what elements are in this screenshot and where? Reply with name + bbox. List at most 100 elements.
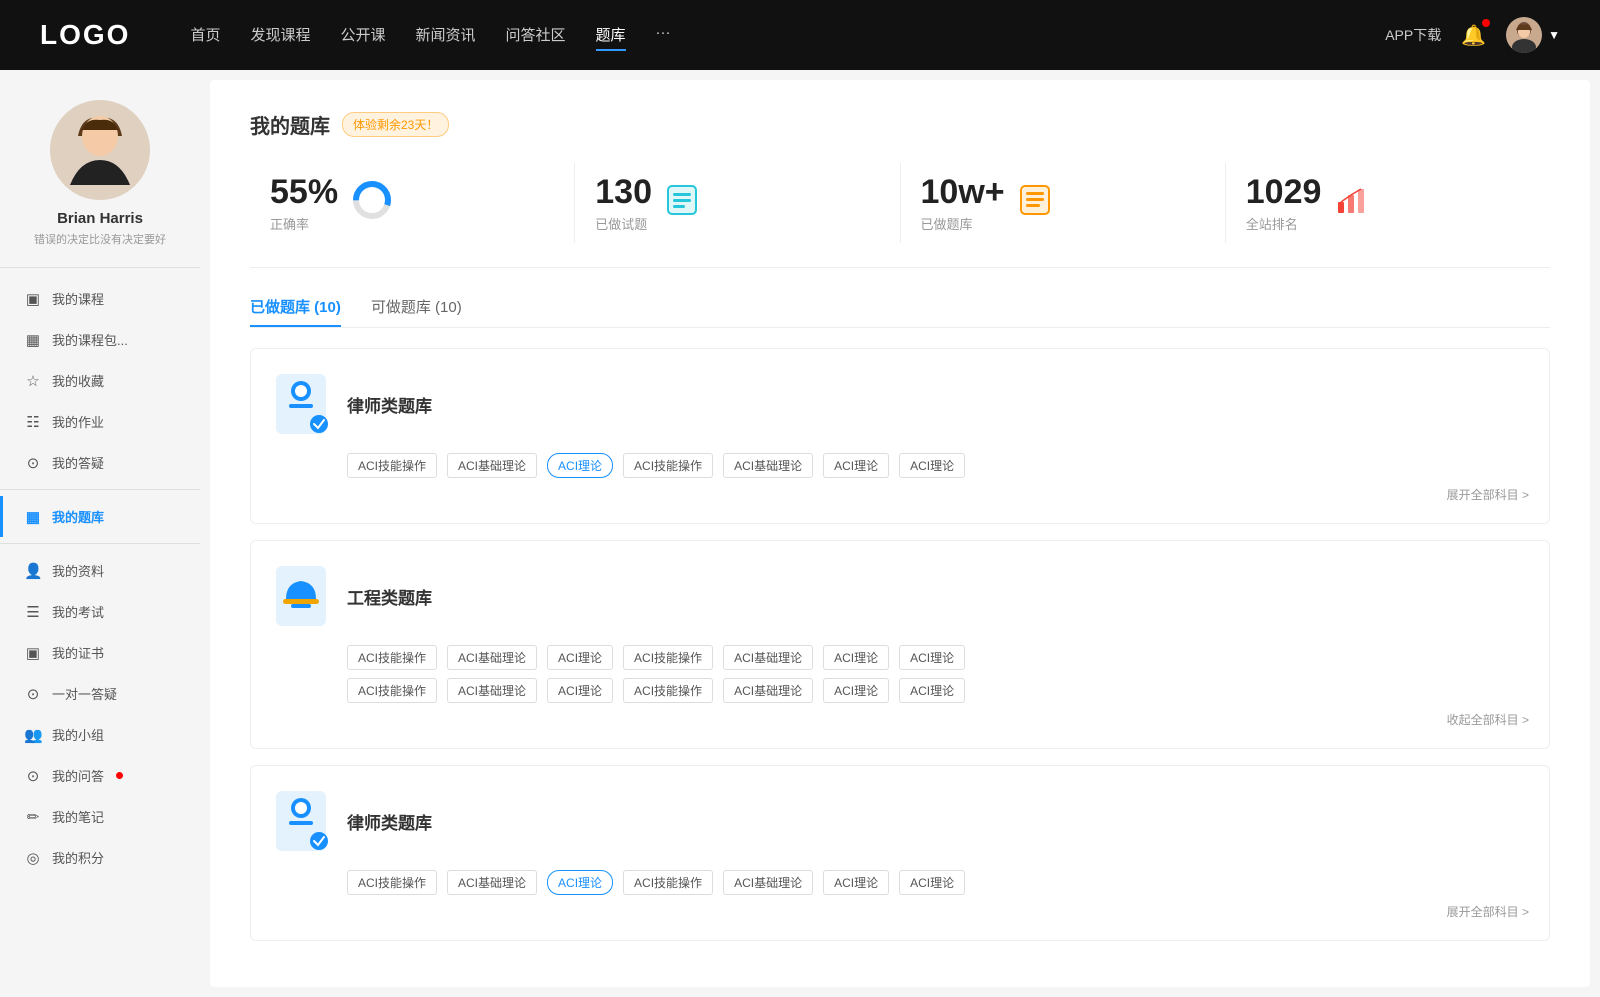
tag-1-6[interactable]: ACI理论 bbox=[899, 453, 965, 478]
sidebar-item-profile[interactable]: 👤 我的资料 bbox=[0, 550, 200, 591]
sidebar-item-course-packages[interactable]: ▦ 我的课程包... bbox=[0, 319, 200, 360]
tag-2a-1[interactable]: ACI基础理论 bbox=[447, 645, 537, 670]
stat-done-banks: 10w+ 已做题库 bbox=[901, 163, 1226, 243]
tags-row-2b: ACI技能操作 ACI基础理论 ACI理论 ACI技能操作 ACI基础理论 AC… bbox=[271, 678, 1529, 703]
nav-more[interactable]: ··· bbox=[656, 20, 671, 51]
tag-2b-6[interactable]: ACI理论 bbox=[899, 678, 965, 703]
qbank-title-3: 律师类题库 bbox=[347, 809, 432, 834]
sidebar-item-notes[interactable]: ✏ 我的笔记 bbox=[0, 796, 200, 837]
list-orange-icon bbox=[1017, 182, 1053, 225]
points-icon: ◎ bbox=[24, 849, 42, 867]
nav-opencourse[interactable]: 公开课 bbox=[340, 20, 385, 51]
tag-2a-0[interactable]: ACI技能操作 bbox=[347, 645, 437, 670]
logo[interactable]: LOGO bbox=[40, 19, 130, 51]
tag-3-4[interactable]: ACI基础理论 bbox=[723, 870, 813, 895]
profile-icon: 👤 bbox=[24, 562, 42, 580]
tags-row-2a: ACI技能操作 ACI基础理论 ACI理论 ACI技能操作 ACI基础理论 AC… bbox=[271, 645, 1529, 670]
sidebar-item-my-qa[interactable]: ⊙ 我的答疑 bbox=[0, 442, 200, 483]
sidebar-item-certificate[interactable]: ▣ 我的证书 bbox=[0, 632, 200, 673]
donut-chart-icon bbox=[350, 178, 394, 229]
expand-btn-2[interactable]: 收起全部科目 > bbox=[271, 711, 1529, 728]
sidebar-label: 我的问答 bbox=[52, 766, 104, 785]
tag-2b-1[interactable]: ACI基础理论 bbox=[447, 678, 537, 703]
chevron-down-icon: ▼ bbox=[1548, 28, 1560, 42]
sidebar-item-favorites[interactable]: ☆ 我的收藏 bbox=[0, 360, 200, 401]
sidebar-item-questions[interactable]: ⊙ 我的问答 bbox=[0, 755, 200, 796]
avatar bbox=[1506, 17, 1542, 53]
tag-2b-0[interactable]: ACI技能操作 bbox=[347, 678, 437, 703]
main-header: LOGO 首页 发现课程 公开课 新闻资讯 问答社区 题库 ··· APP下载 … bbox=[0, 0, 1600, 70]
tag-2b-5[interactable]: ACI理论 bbox=[823, 678, 889, 703]
tag-2a-4[interactable]: ACI基础理论 bbox=[723, 645, 813, 670]
sidebar-item-my-courses[interactable]: ▣ 我的课程 bbox=[0, 278, 200, 319]
tab-available-banks[interactable]: 可做题库 (10) bbox=[371, 296, 462, 327]
nav-qbank[interactable]: 题库 bbox=[596, 20, 626, 51]
user-avatar-wrapper[interactable]: ▼ bbox=[1506, 17, 1560, 53]
nav-discover[interactable]: 发现课程 bbox=[250, 20, 310, 51]
qbank-card-lawyer: 律师类题库 ACI技能操作 ACI基础理论 ACI理论 ACI技能操作 ACI基… bbox=[250, 348, 1550, 524]
stat-label-done: 已做试题 bbox=[595, 214, 652, 233]
qbank-lawyer-icon bbox=[271, 369, 331, 439]
tag-1-3[interactable]: ACI技能操作 bbox=[623, 453, 713, 478]
stat-label-correct: 正确率 bbox=[270, 214, 338, 233]
tab-done-banks[interactable]: 已做题库 (10) bbox=[250, 296, 341, 327]
qbank-header-2: 工程类题库 bbox=[271, 561, 1529, 631]
sidebar-item-one-on-one[interactable]: ⊙ 一对一答疑 bbox=[0, 673, 200, 714]
nav-news[interactable]: 新闻资讯 bbox=[416, 20, 476, 51]
qbank-icon: ▦ bbox=[24, 508, 42, 526]
stat-label-banks: 已做题库 bbox=[921, 214, 1005, 233]
tag-1-0[interactable]: ACI技能操作 bbox=[347, 453, 437, 478]
cert-icon: ▣ bbox=[24, 644, 42, 662]
tag-3-0[interactable]: ACI技能操作 bbox=[347, 870, 437, 895]
tag-2b-2[interactable]: ACI理论 bbox=[547, 678, 613, 703]
sidebar-item-homework[interactable]: ☷ 我的作业 bbox=[0, 401, 200, 442]
questions-badge bbox=[116, 772, 123, 779]
tag-1-5[interactable]: ACI理论 bbox=[823, 453, 889, 478]
expand-btn-1[interactable]: 展开全部科目 > bbox=[271, 486, 1529, 503]
tag-2a-2[interactable]: ACI理论 bbox=[547, 645, 613, 670]
page-title-row: 我的题库 体验剩余23天！ bbox=[250, 110, 1550, 139]
exam-icon: ☰ bbox=[24, 603, 42, 621]
nav-qa[interactable]: 问答社区 bbox=[506, 20, 566, 51]
profile-avatar bbox=[50, 100, 150, 200]
notification-bell-icon[interactable]: 🔔 bbox=[1461, 23, 1486, 48]
qbank-title-1: 律师类题库 bbox=[347, 392, 432, 417]
sidebar-item-points[interactable]: ◎ 我的积分 bbox=[0, 837, 200, 878]
tag-2a-6[interactable]: ACI理论 bbox=[899, 645, 965, 670]
tag-3-3[interactable]: ACI技能操作 bbox=[623, 870, 713, 895]
tag-2b-3[interactable]: ACI技能操作 bbox=[623, 678, 713, 703]
sidebar-item-qbank[interactable]: ▦ 我的题库 bbox=[0, 496, 200, 537]
app-download-button[interactable]: APP下载 bbox=[1385, 25, 1441, 45]
sidebar-label: 我的积分 bbox=[52, 848, 104, 867]
tag-3-2[interactable]: ACI理论 bbox=[547, 870, 613, 895]
stat-value-correct: 55% bbox=[270, 173, 338, 212]
sidebar-label: 我的资料 bbox=[52, 561, 104, 580]
profile-motto: 错误的决定比没有决定要好 bbox=[34, 231, 166, 247]
tag-1-1[interactable]: ACI基础理论 bbox=[447, 453, 537, 478]
stat-value-rank: 1029 bbox=[1246, 173, 1322, 212]
stat-done-text: 130 已做试题 bbox=[595, 173, 652, 233]
tabs-row: 已做题库 (10) 可做题库 (10) bbox=[250, 296, 1550, 328]
tag-1-2[interactable]: ACI理论 bbox=[547, 453, 613, 478]
bar-chart-icon bbox=[1333, 182, 1369, 225]
nav-home[interactable]: 首页 bbox=[190, 20, 220, 51]
sidebar-item-groups[interactable]: 👥 我的小组 bbox=[0, 714, 200, 755]
notification-badge bbox=[1482, 19, 1490, 27]
qa-icon: ⊙ bbox=[24, 454, 42, 472]
tag-1-4[interactable]: ACI基础理论 bbox=[723, 453, 813, 478]
expand-btn-3[interactable]: 展开全部科目 > bbox=[271, 903, 1529, 920]
courses-icon: ▣ bbox=[24, 290, 42, 308]
tag-2b-4[interactable]: ACI基础理论 bbox=[723, 678, 813, 703]
tag-3-5[interactable]: ACI理论 bbox=[823, 870, 889, 895]
profile-name: Brian Harris bbox=[57, 210, 143, 227]
divider bbox=[0, 543, 200, 544]
tag-2a-5[interactable]: ACI理论 bbox=[823, 645, 889, 670]
tags-row-3: ACI技能操作 ACI基础理论 ACI理论 ACI技能操作 ACI基础理论 AC… bbox=[271, 870, 1529, 895]
profile-section: Brian Harris 错误的决定比没有决定要好 bbox=[0, 100, 200, 268]
stat-value-banks: 10w+ bbox=[921, 173, 1005, 212]
tag-3-1[interactable]: ACI基础理论 bbox=[447, 870, 537, 895]
tag-2a-3[interactable]: ACI技能操作 bbox=[623, 645, 713, 670]
tag-3-6[interactable]: ACI理论 bbox=[899, 870, 965, 895]
sidebar-item-exams[interactable]: ☰ 我的考试 bbox=[0, 591, 200, 632]
sidebar-label: 我的课程 bbox=[52, 289, 104, 308]
